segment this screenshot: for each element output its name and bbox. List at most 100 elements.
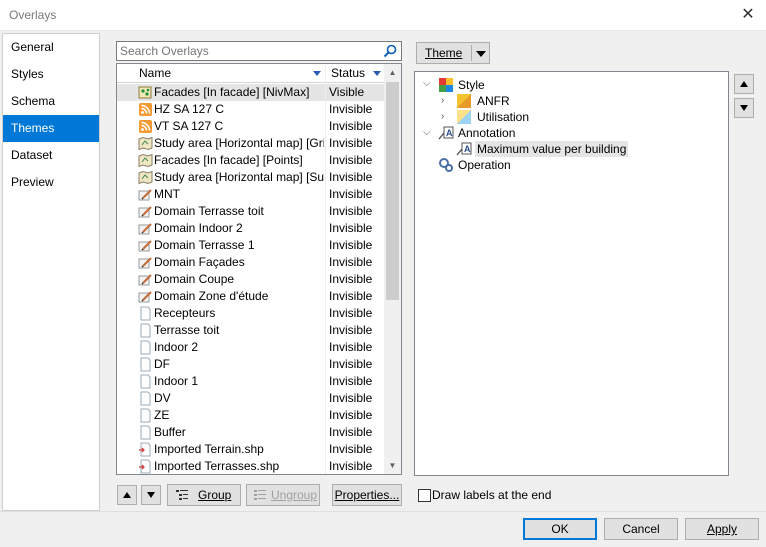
overlay-status[interactable]: Invisible (329, 373, 372, 390)
tree-node-operation[interactable]: Operation (458, 157, 511, 173)
scroll-thumb[interactable] (386, 82, 399, 300)
collapse-icon[interactable]: ⌵ (423, 128, 433, 138)
blank-page-icon (138, 374, 153, 389)
properties-button[interactable]: Properties... (332, 484, 402, 506)
overlay-row[interactable]: HZ SA 127 C Invisible (117, 101, 386, 118)
expand-icon[interactable]: › (441, 96, 451, 106)
overlay-status[interactable]: Invisible (329, 101, 372, 118)
overlay-status[interactable]: Invisible (329, 118, 372, 135)
move-down-button[interactable] (141, 485, 161, 505)
overlay-row[interactable]: MNT Invisible (117, 186, 386, 203)
overlay-row[interactable]: Domain Indoor 2 Invisible (117, 220, 386, 237)
overlay-status[interactable]: Invisible (329, 305, 372, 322)
overlay-row[interactable]: Domain Coupe Invisible (117, 271, 386, 288)
scroll-up-icon[interactable]: ▲ (388, 68, 397, 77)
search-icon[interactable] (382, 43, 398, 59)
overlay-status[interactable]: Invisible (329, 152, 372, 169)
arrow-up-icon (740, 81, 748, 87)
column-divider (325, 64, 326, 474)
tree-node-anfr[interactable]: ANFR (477, 93, 510, 109)
overlay-status[interactable]: Visible (329, 84, 364, 101)
overlay-status[interactable]: Invisible (329, 390, 372, 407)
column-header-name[interactable]: Name (117, 64, 326, 83)
column-header-status[interactable]: Status (326, 64, 386, 83)
overlay-status[interactable]: Invisible (329, 237, 372, 254)
search-input[interactable] (117, 42, 372, 60)
overlay-status[interactable]: Invisible (329, 458, 372, 474)
overlay-row[interactable]: ZE Invisible (117, 407, 386, 424)
nav-item-preview[interactable]: Preview (3, 169, 99, 196)
overlay-row[interactable]: Terrasse toit Invisible (117, 322, 386, 339)
overlay-name: Indoor 2 (154, 340, 199, 354)
overlay-status[interactable]: Invisible (329, 271, 372, 288)
overlay-row[interactable]: Domain Façades Invisible (117, 254, 386, 271)
overlay-status[interactable]: Invisible (329, 339, 372, 356)
overlay-status[interactable]: Invisible (329, 322, 372, 339)
annotation-icon: A (456, 142, 472, 156)
blank-page-icon (138, 391, 153, 406)
draw-labels-checkbox[interactable] (418, 489, 431, 502)
gears-icon (439, 158, 453, 172)
ungroup-icon (254, 490, 266, 500)
vertical-scrollbar[interactable]: ▲ ▼ (384, 64, 401, 474)
theme-move-up-button[interactable] (734, 74, 754, 94)
ok-button[interactable]: OK (523, 518, 597, 540)
arrow-down-icon (147, 492, 155, 498)
overlay-row[interactable]: Indoor 2 Invisible (117, 339, 386, 356)
nav-item-themes[interactable]: Themes (3, 115, 99, 142)
overlay-row[interactable]: Domain Zone d'étude Invisible (117, 288, 386, 305)
nav-item-styles[interactable]: Styles (3, 61, 99, 88)
overlay-row[interactable]: Domain Terrasse 1 Invisible (117, 237, 386, 254)
overlay-status[interactable]: Invisible (329, 203, 372, 220)
tree-node-utilisation[interactable]: Utilisation (477, 109, 529, 125)
overlay-status[interactable]: Invisible (329, 441, 372, 458)
theme-move-down-button[interactable] (734, 98, 754, 118)
overlay-row[interactable]: DF Invisible (117, 356, 386, 373)
overlay-row[interactable]: Facades [In facade] [NivMax] Visible (117, 84, 386, 101)
collapse-icon[interactable]: ⌵ (423, 79, 433, 89)
overlay-row[interactable]: Imported Terrain.shp Invisible (117, 441, 386, 458)
overlay-status[interactable]: Invisible (329, 288, 372, 305)
theme-dropdown-button[interactable]: Theme (416, 42, 490, 64)
overlay-row[interactable]: Study area [Horizontal map] [Surf... Invi… (117, 169, 386, 186)
overlay-status[interactable]: Invisible (329, 169, 372, 186)
overlay-status[interactable]: Invisible (329, 424, 372, 441)
nav-item-general[interactable]: General (3, 34, 99, 61)
overlay-row[interactable]: Facades [In facade] [Points] Invisible (117, 152, 386, 169)
apply-button[interactable]: Apply (685, 518, 759, 540)
chevron-down-icon[interactable] (476, 51, 486, 57)
overlay-status[interactable]: Invisible (329, 254, 372, 271)
pencil-layer-icon (138, 221, 153, 236)
tree-node-max-value[interactable]: Maximum value per building (475, 141, 629, 157)
overlay-row[interactable]: Imported Terrasses.shp Invisible (117, 458, 386, 474)
tree-node-style[interactable]: Style (458, 77, 485, 93)
overlay-row[interactable]: DV Invisible (117, 390, 386, 407)
map-icon (138, 170, 153, 185)
cancel-button[interactable]: Cancel (604, 518, 678, 540)
overlay-name: Facades [In facade] [Points] (154, 153, 303, 167)
overlay-row[interactable]: VT SA 127 C Invisible (117, 118, 386, 135)
expand-icon[interactable]: › (441, 112, 451, 122)
overlay-status[interactable]: Invisible (329, 135, 372, 152)
nav-item-schema[interactable]: Schema (3, 88, 99, 115)
nav-item-dataset[interactable]: Dataset (3, 142, 99, 169)
rss-feed-icon (138, 102, 153, 117)
group-button[interactable]: Group (167, 484, 241, 506)
overlay-status[interactable]: Invisible (329, 220, 372, 237)
overlay-row[interactable]: Indoor 1 Invisible (117, 373, 386, 390)
ungroup-button[interactable]: Ungroup (246, 484, 320, 506)
scroll-down-icon[interactable]: ▼ (388, 461, 397, 470)
overlay-row[interactable]: Buffer Invisible (117, 424, 386, 441)
theme-color-icon (457, 110, 471, 124)
close-icon[interactable]: ✕ (738, 5, 758, 25)
overlay-row[interactable]: Recepteurs Invisible (117, 305, 386, 322)
draw-labels-label[interactable]: Draw labels at the end (432, 488, 551, 502)
tree-node-annotation[interactable]: Annotation (458, 125, 515, 141)
move-up-button[interactable] (117, 485, 137, 505)
overlay-status[interactable]: Invisible (329, 186, 372, 203)
overlay-row[interactable]: Domain Terrasse toit Invisible (117, 203, 386, 220)
overlay-row[interactable]: Study area [Horizontal map] [Grille] Invi… (117, 135, 386, 152)
pencil-layer-icon (138, 238, 153, 253)
overlay-status[interactable]: Invisible (329, 407, 372, 424)
overlay-status[interactable]: Invisible (329, 356, 372, 373)
